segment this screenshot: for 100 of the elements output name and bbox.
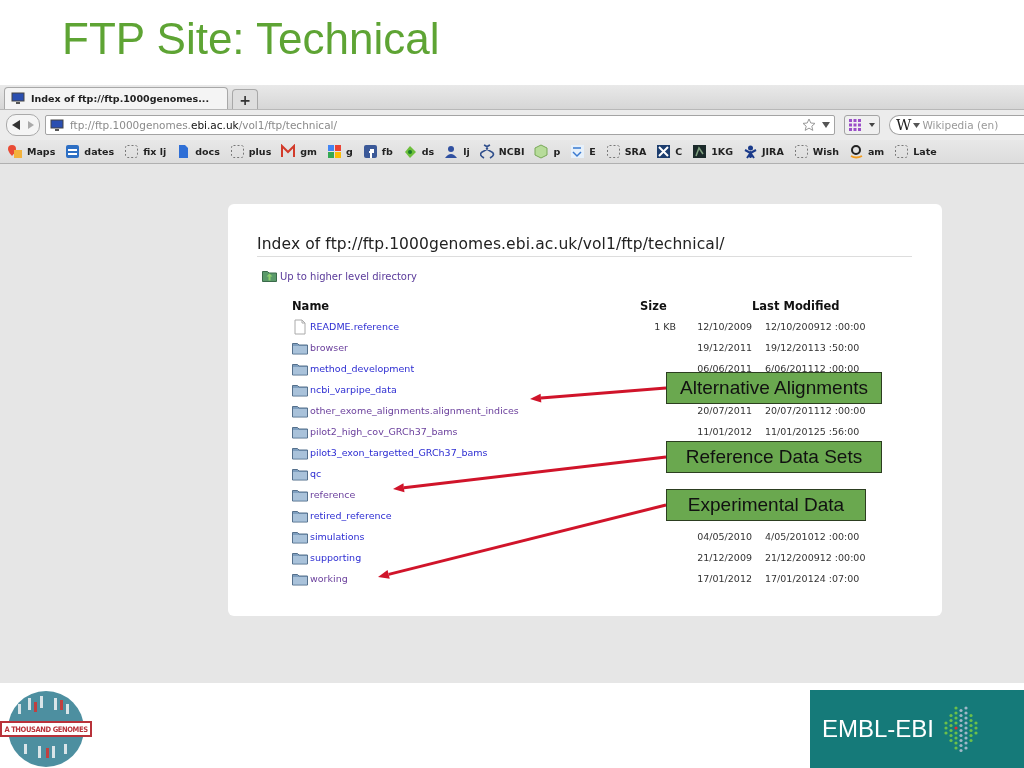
- bookmark[interactable]: fb: [362, 144, 393, 159]
- folder-icon: [292, 466, 308, 481]
- cross-square-icon: [656, 144, 672, 159]
- address-text: ftp://ftp.1000genomes.ebi.ac.uk/vol1/ftp/technical/: [70, 119, 339, 131]
- modified-cell: 20/07/201112 :00:00: [765, 405, 866, 416]
- file-link[interactable]: browser: [292, 340, 348, 355]
- dashed-square-icon: [229, 144, 245, 159]
- dropdown-icon[interactable]: [822, 122, 830, 128]
- browser-tab[interactable]: Index of ftp://ftp.1000genomes...: [4, 87, 228, 109]
- address-bar[interactable]: ftp://ftp.1000genomes.ebi.ac.uk/vol1/ftp/technical/: [45, 115, 835, 135]
- column-header: Last Modified: [752, 298, 840, 313]
- bookmark[interactable]: p: [534, 144, 561, 159]
- file-link[interactable]: qc: [292, 466, 322, 481]
- slide-title: FTP Site: Technical: [62, 14, 440, 64]
- date-cell: 21/12/2009: [697, 552, 752, 563]
- modified-cell: 19/12/20113 :50:00: [765, 342, 860, 353]
- date-cell: 12/10/2009: [697, 321, 752, 332]
- parent-directory-link[interactable]: Up to higher level directory: [262, 270, 417, 282]
- search-engine-label: W: [896, 116, 912, 134]
- dropdown-icon: [913, 122, 921, 128]
- bookmark[interactable]: Wish: [793, 144, 839, 159]
- file-link[interactable]: working: [292, 571, 348, 586]
- bookmark[interactable]: C: [656, 144, 683, 159]
- smile-icon: [848, 144, 864, 159]
- envelope-icon: [281, 144, 297, 159]
- date-cell: 20/07/2011: [697, 405, 752, 416]
- modified-cell: 12/10/200912 :00:00: [765, 321, 866, 332]
- bookmark[interactable]: am: [848, 144, 885, 159]
- dashed-square-icon: [605, 144, 621, 159]
- modified-cell: 4/05/201012 :00:00: [765, 531, 860, 542]
- column-header: Name: [292, 297, 331, 315]
- file-link[interactable]: other_exome_alignments.alignment_indices: [292, 403, 519, 418]
- bookmark[interactable]: lj: [444, 144, 470, 159]
- folder-icon: [292, 508, 308, 523]
- folder-icon: [292, 361, 308, 376]
- f-square-icon: [362, 144, 378, 159]
- search-input[interactable]: Wikipedia (en): [922, 119, 1009, 131]
- folder-icon: [292, 382, 308, 397]
- date-cell: 19/12/2011: [697, 342, 752, 353]
- folder-up-icon: [262, 270, 277, 282]
- bookmark[interactable]: docs: [176, 144, 220, 159]
- page-icon: [570, 144, 586, 159]
- size-cell: 1 KB: [654, 321, 676, 332]
- folder-icon: [292, 445, 308, 460]
- date-cell: 06/06/2011: [697, 363, 752, 374]
- hexagon-icon: [534, 144, 550, 159]
- diamond-icon: [402, 144, 418, 159]
- grid-icon: [849, 119, 861, 131]
- monitor-icon: [11, 92, 25, 105]
- callout-label: Reference Data Sets: [666, 441, 882, 473]
- apps-button[interactable]: [844, 115, 880, 135]
- file-link[interactable]: pilot3_exon_targetted_GRCh37_bams: [292, 445, 488, 460]
- folder-icon: [292, 550, 308, 565]
- back-icon[interactable]: [11, 119, 21, 131]
- star-icon[interactable]: [802, 118, 816, 132]
- monitor-icon: [50, 118, 64, 132]
- bookmark[interactable]: gm: [281, 144, 317, 159]
- bookmark[interactable]: ds: [402, 144, 435, 159]
- colored-squares-icon: [327, 144, 342, 159]
- dashed-square-icon: [124, 144, 140, 159]
- modified-cell: 21/12/200912 :00:00: [765, 552, 866, 563]
- modified-cell: 6/06/201112 :00:00: [765, 363, 860, 374]
- file-link[interactable]: pilot2_high_cov_GRCh37_bams: [292, 424, 458, 439]
- folder-icon: [292, 424, 308, 439]
- file-link[interactable]: README.reference: [292, 318, 399, 335]
- dark-square-icon: [692, 144, 708, 159]
- bookmark[interactable]: SRA: [605, 144, 647, 159]
- file-link[interactable]: supporting: [292, 550, 362, 565]
- bookmark[interactable]: fix lj: [124, 144, 167, 159]
- bookmark[interactable]: Maps: [8, 144, 56, 159]
- bookmark[interactable]: JIRA: [743, 144, 784, 159]
- date-cell: 17/01/2012: [697, 573, 752, 584]
- helix-icon: [479, 144, 495, 159]
- modified-cell: 11/01/20125 :56:00: [765, 426, 860, 437]
- file-link[interactable]: retired_reference: [292, 508, 392, 523]
- file-link[interactable]: simulations: [292, 529, 365, 544]
- search-field[interactable]: W Wikipedia (en): [889, 115, 1024, 135]
- dashed-square-icon: [894, 144, 910, 159]
- bookmark[interactable]: dates: [65, 144, 115, 159]
- column-header: Size: [640, 298, 667, 313]
- new-tab-button[interactable]: +: [232, 89, 258, 109]
- bookmark[interactable]: E: [570, 144, 596, 159]
- bookmark[interactable]: NCBI: [479, 144, 525, 159]
- folder-icon: [292, 340, 308, 355]
- file-link[interactable]: method_development: [292, 361, 415, 376]
- bookmark[interactable]: g: [327, 144, 353, 159]
- dropdown-icon: [869, 123, 875, 127]
- file-link[interactable]: reference: [292, 487, 356, 502]
- date-cell: 04/05/2010: [697, 531, 752, 542]
- bookmark[interactable]: Late: [894, 144, 937, 159]
- bookmark[interactable]: plus: [229, 144, 272, 159]
- bookmark[interactable]: 1KG: [692, 144, 734, 159]
- logo-text: EMBL-EBI: [822, 715, 935, 743]
- map-icon: [8, 144, 23, 159]
- file-link[interactable]: ncbi_varpipe_data: [292, 382, 397, 397]
- date-cell: 11/01/2012: [697, 426, 752, 437]
- person-icon: [444, 144, 460, 159]
- dashed-square-icon: [793, 144, 809, 159]
- folder-icon: [292, 571, 308, 586]
- folder-icon: [292, 487, 308, 502]
